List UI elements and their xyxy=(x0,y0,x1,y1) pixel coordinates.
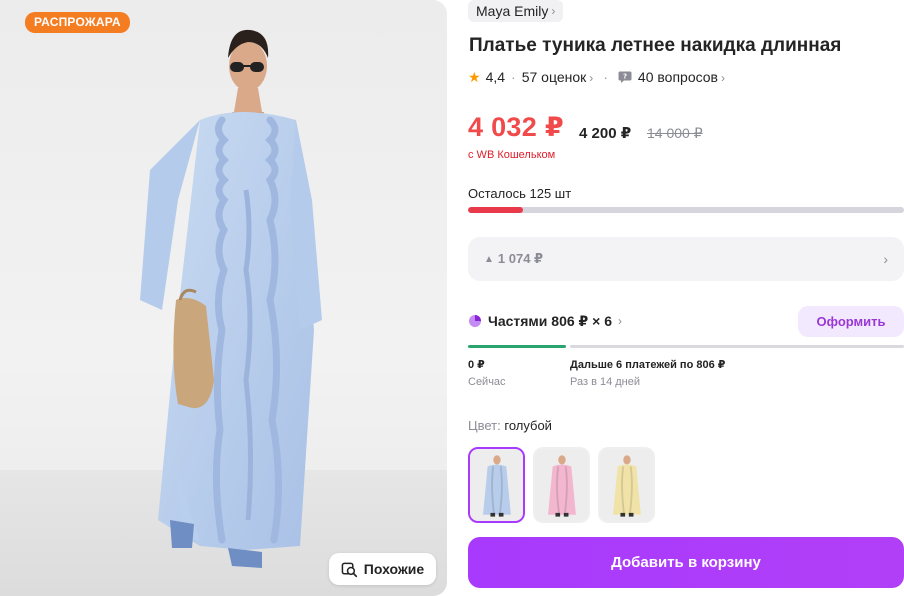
svg-text:?: ? xyxy=(623,73,627,81)
installments-link[interactable]: Частями 806 ₽ × 6 › xyxy=(468,313,622,330)
rating-value: 4,4 xyxy=(485,69,506,85)
reviews-link[interactable]: 57 оценок › xyxy=(522,69,594,85)
questions-count: 40 вопросов xyxy=(637,69,718,85)
price-drop: ▲ 1 074 ₽ xyxy=(484,251,543,267)
swatch-thumbnail xyxy=(600,449,653,521)
pie-chart-icon xyxy=(469,315,481,327)
star-icon: ★ xyxy=(468,68,481,85)
chevron-right-icon: › xyxy=(618,314,623,328)
chevron-right-icon: › xyxy=(589,71,594,85)
similar-button-label: Похожие xyxy=(363,561,425,577)
color-selector-label: Цвет: голубой xyxy=(468,418,552,433)
chevron-right-icon: › xyxy=(883,251,888,267)
installments-label: Частями 806 ₽ × 6 xyxy=(488,312,613,329)
brand-name: Maya Emily xyxy=(476,3,549,19)
product-model-image xyxy=(0,29,447,596)
stock-label: Осталось 125 шт xyxy=(468,186,572,201)
color-label: Цвет: xyxy=(468,418,501,433)
old-price: 14 000 ₽ xyxy=(647,125,703,141)
product-title: Платье туника летнее накидка длинная xyxy=(469,35,842,56)
chevron-right-icon: › xyxy=(720,71,725,85)
color-swatch-2[interactable] xyxy=(598,447,655,523)
price-drop-card[interactable]: ▲ 1 074 ₽ › xyxy=(468,237,904,281)
plan-bar-now xyxy=(468,345,566,348)
separator-dot: · xyxy=(511,69,516,85)
sale-badge: РАСПРОЖАРА xyxy=(25,12,130,33)
plan-bar-later xyxy=(570,345,904,348)
color-swatches xyxy=(468,447,655,523)
add-to-cart-button[interactable]: Добавить в корзину xyxy=(468,537,904,588)
stock-progress-fill xyxy=(468,207,523,213)
installments-row: Частями 806 ₽ × 6 › Оформить xyxy=(468,305,904,337)
brand-link[interactable]: Maya Emily › xyxy=(468,0,564,22)
color-swatch-0[interactable] xyxy=(468,447,525,523)
installments-checkout-button[interactable]: Оформить xyxy=(798,305,904,337)
product-photo[interactable]: РАСПРОЖАРА Похожие xyxy=(0,0,447,596)
search-similar-icon xyxy=(341,562,357,577)
similar-button[interactable]: Похожие xyxy=(329,553,436,585)
chevron-right-icon: › xyxy=(551,4,556,18)
price-drop-amount: 1 074 ₽ xyxy=(497,251,544,266)
stock-progress-bar xyxy=(468,207,904,213)
color-swatch-1[interactable] xyxy=(533,447,590,523)
reviews-count: 57 оценок xyxy=(521,69,587,85)
swatch-thumbnail xyxy=(470,449,523,521)
wallet-note: с WB Кошельком xyxy=(468,149,556,161)
question-bubble-icon: ? xyxy=(618,71,632,83)
product-meta: ★ 4,4 · 57 оценок › · ? 40 вопросов › xyxy=(468,68,725,86)
color-value: голубой xyxy=(504,418,552,433)
plan-later-amount: Дальше 6 платежей по 806 ₽ xyxy=(570,359,726,371)
plan-now-amount: 0 ₽ xyxy=(468,359,485,371)
questions-link[interactable]: 40 вопросов › xyxy=(638,69,725,85)
triangle-up-icon: ▲ xyxy=(484,253,494,265)
regular-price: 4 200 ₽ xyxy=(579,125,632,142)
separator-dot: · xyxy=(603,69,608,85)
swatch-thumbnail xyxy=(535,449,588,521)
plan-now-label: Сейчас xyxy=(468,376,506,388)
wallet-price: 4 032 ₽ xyxy=(468,112,564,142)
plan-later-label: Раз в 14 дней xyxy=(570,376,641,388)
